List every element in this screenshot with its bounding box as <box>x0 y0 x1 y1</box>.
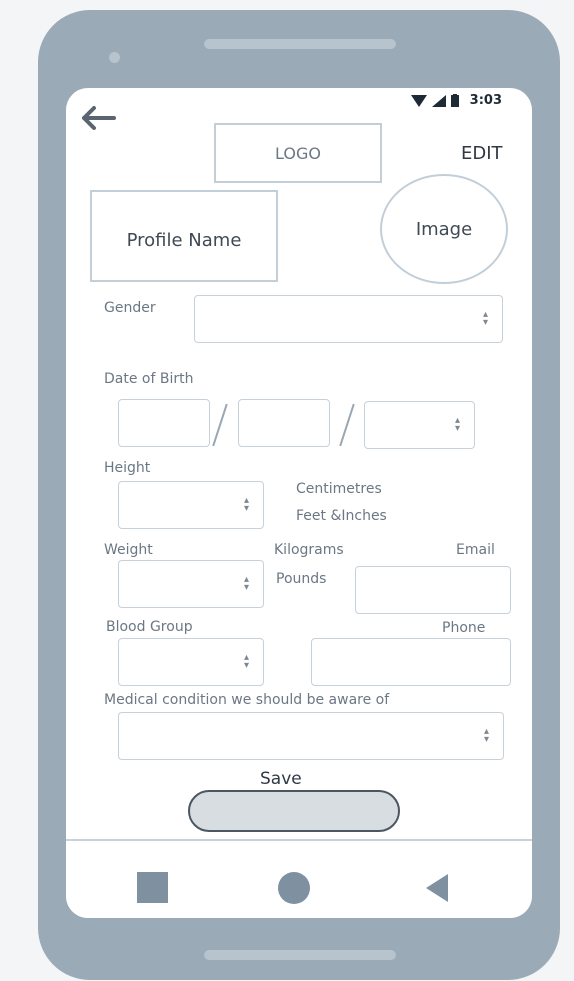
wifi-icon <box>410 94 427 107</box>
back-triangle-icon[interactable] <box>426 874 448 902</box>
status-time: 3:03 <box>469 93 502 108</box>
select-arrow-icon: ▴ ▾ <box>243 652 249 671</box>
signal-icon <box>431 94 446 107</box>
select-arrow-icon: ▴ ▾ <box>243 495 249 514</box>
top-speaker <box>204 39 396 49</box>
square-icon[interactable] <box>137 872 168 903</box>
phone-field[interactable] <box>311 638 511 686</box>
height-unit-feet-inches[interactable]: Feet &Inches <box>296 508 387 524</box>
height-select[interactable]: ▴ ▾ <box>118 481 264 529</box>
profile-name-text: Profile Name <box>126 229 242 251</box>
logo-text: LOGO <box>275 143 321 163</box>
phone-label: Phone <box>442 620 486 636</box>
bottom-speaker <box>204 950 396 960</box>
dob-label: Date of Birth <box>104 371 194 387</box>
navigation-bar <box>66 839 532 918</box>
weight-select[interactable]: ▴ ▾ <box>118 560 264 608</box>
save-button[interactable] <box>188 790 400 832</box>
edit-button[interactable]: EDIT <box>461 143 503 164</box>
select-arrow-icon: ▴ ▾ <box>483 726 489 745</box>
dob-year-select[interactable]: ▴ ▾ <box>364 401 475 449</box>
weight-unit-kilograms[interactable]: Kilograms <box>274 542 344 558</box>
height-label: Height <box>104 460 151 476</box>
camera-icon <box>109 52 120 63</box>
select-arrow-icon: ▴ ▾ <box>243 574 249 593</box>
blood-group-label: Blood Group <box>106 619 193 635</box>
save-label: Save <box>260 769 302 789</box>
weight-unit-pounds[interactable]: Pounds <box>276 571 326 587</box>
select-arrow-icon: ▴ ▾ <box>482 309 488 328</box>
email-field[interactable] <box>355 566 511 614</box>
email-label: Email <box>456 542 495 558</box>
profile-image-label: Image <box>415 218 473 240</box>
blood-group-select[interactable]: ▴ ▾ <box>118 638 264 686</box>
back-arrow-icon[interactable] <box>80 105 116 131</box>
profile-name-box[interactable]: Profile Name <box>90 190 278 282</box>
dob-separator <box>212 403 228 447</box>
logo-box: LOGO <box>214 123 382 183</box>
profile-image[interactable]: Image <box>380 174 508 284</box>
select-arrow-icon: ▴ ▾ <box>454 415 460 434</box>
height-unit-centimetres[interactable]: Centimetres <box>296 481 382 497</box>
dob-day-input[interactable] <box>118 399 210 447</box>
gender-select[interactable]: ▴ ▾ <box>194 295 503 343</box>
weight-label: Weight <box>104 542 153 558</box>
status-bar: 3:03 <box>410 93 502 108</box>
medical-condition-label: Medical condition we should be aware of <box>104 692 390 708</box>
circle-icon[interactable] <box>278 872 310 904</box>
dob-month-input[interactable] <box>238 399 330 447</box>
phone-screen: 3:03 LOGO EDIT Profile Name Image Gender… <box>66 88 532 918</box>
medical-condition-select[interactable]: ▴ ▾ <box>118 712 504 760</box>
gender-label: Gender <box>104 300 156 316</box>
battery-icon <box>450 94 459 107</box>
dob-separator <box>339 403 355 447</box>
